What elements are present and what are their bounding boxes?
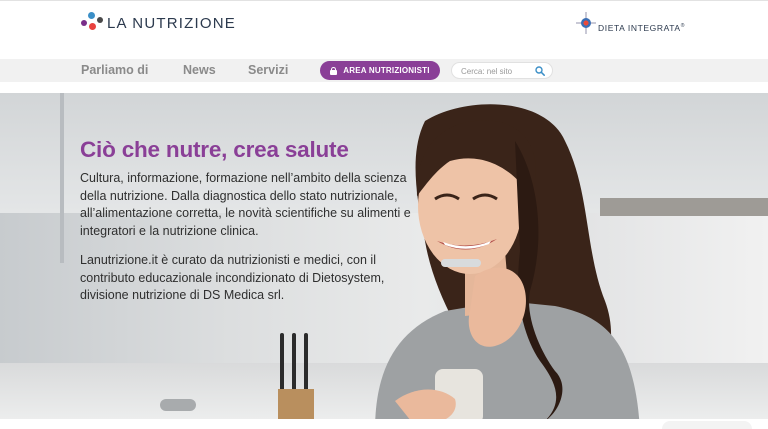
nav-item-parliamo-di[interactable]: Parliamo di — [81, 63, 148, 77]
knife-block-image — [268, 331, 316, 419]
scroll-tab[interactable] — [662, 421, 752, 429]
site-header: LA NUTRIZIONE DIETA INTEGRATA® — [0, 1, 768, 59]
pan-image — [160, 399, 196, 411]
compass-icon — [576, 12, 596, 34]
area-nutrizionisti-label: AREA NUTRIZIONISTI — [343, 66, 430, 75]
nav-item-news[interactable]: News — [183, 63, 216, 77]
partner-logo[interactable]: DIETA INTEGRATA® — [576, 8, 685, 38]
search-icon[interactable] — [535, 66, 545, 76]
logo-text: LA NUTRIZIONE — [107, 14, 236, 32]
site-logo[interactable]: LA NUTRIZIONE — [81, 8, 236, 38]
hero-credits-text: Lanutrizione.it è curato da nutrizionist… — [80, 253, 385, 302]
lock-icon — [330, 66, 338, 75]
nav-item-servizi[interactable]: Servizi — [248, 63, 288, 77]
page-bottom-strip — [0, 419, 768, 429]
search-box — [451, 62, 553, 79]
hero-banner: Ciò che nutre, crea salute Cultura, info… — [0, 93, 768, 419]
hero-title: Ciò che nutre, crea salute — [80, 137, 349, 162]
logo-dots-icon — [81, 12, 103, 34]
hero-intro-text: Cultura, informazione, formazione nell’a… — [80, 171, 411, 238]
partner-logo-text: DIETA INTEGRATA® — [598, 23, 685, 33]
hero-background-cabinet — [60, 93, 64, 263]
area-nutrizionisti-button[interactable]: AREA NUTRIZIONISTI — [320, 61, 440, 80]
search-input[interactable] — [461, 65, 531, 77]
main-nav: Parliamo di News Servizi AREA NUTRIZIONI… — [0, 59, 768, 82]
